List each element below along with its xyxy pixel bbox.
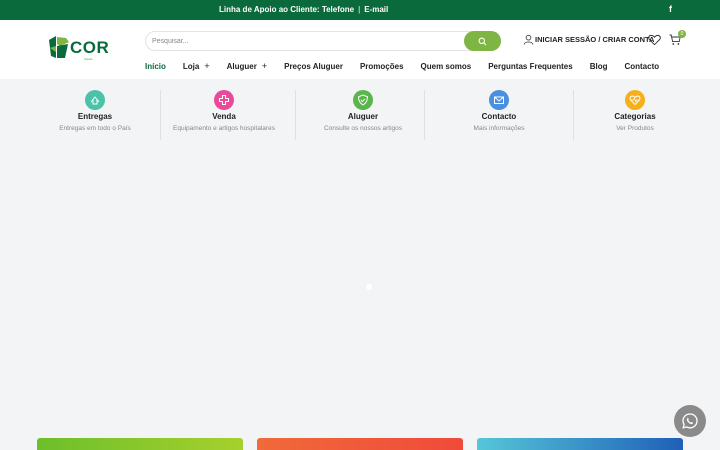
support-line: Linha de Apoio ao Cliente: Telefone | E-ma… — [219, 5, 388, 14]
logo-text: COR — [70, 38, 110, 57]
feature-desc: Entregas em todo o País — [59, 125, 131, 132]
feature-desc: Mais informações — [473, 125, 525, 132]
feature-title: Aluguer — [347, 112, 379, 121]
search-icon — [478, 37, 487, 45]
nav-item-perguntas-frequentes[interactable]: Perguntas Frequentes — [488, 60, 572, 72]
cart-count-badge: 0 — [678, 30, 686, 38]
mail-icon — [489, 90, 509, 110]
feature-contacto[interactable]: Contacto Mais informações — [429, 87, 569, 133]
feature-venda[interactable]: Venda Equipamento e artigos hospitalares — [154, 87, 294, 133]
heart-pulse-icon — [625, 90, 645, 110]
feature-title: Venda — [212, 112, 236, 121]
nav-item-precos-aluguer[interactable]: Preços Aluguer — [284, 60, 343, 72]
slider-loading-dot — [366, 284, 372, 290]
nav-item-label: Loja — [182, 61, 200, 71]
email-link[interactable]: E-mail — [364, 5, 388, 14]
user-icon — [523, 34, 534, 45]
whatsapp-button[interactable] — [674, 405, 706, 437]
search-input[interactable] — [152, 35, 452, 48]
promo-card-2[interactable] — [257, 438, 463, 450]
feature-title: Categorias — [614, 112, 656, 121]
feature-desc: Equipamento e artigos hospitalares — [173, 125, 275, 132]
nav-item-label: Início — [145, 61, 166, 71]
logo-subtext: Saúde — [84, 57, 93, 61]
feature-desc: Ver Produtos — [616, 125, 654, 132]
expand-icon[interactable]: + — [204, 61, 209, 71]
nav-item-inicio[interactable]: Início — [145, 60, 166, 72]
main-nav: Início Loja + Aluguer + Preços Aluguer Pro… — [145, 60, 676, 72]
separator: | — [358, 5, 361, 14]
shield-check-icon — [353, 90, 373, 110]
nav-item-label: Blog — [589, 61, 608, 71]
nav-item-label: Contacto — [624, 61, 660, 71]
nav-item-loja[interactable]: Loja + — [183, 60, 210, 72]
logo[interactable]: COR Saúde — [48, 34, 112, 64]
account-label: INICIAR SESSÃO / CRIAR CONTA — [535, 35, 655, 44]
nav-item-label: Aluguer — [226, 61, 257, 71]
nav-item-label: Preços Aluguer — [284, 61, 343, 71]
nav-item-promocoes[interactable]: Promoções — [360, 60, 404, 72]
wishlist-button[interactable] — [648, 33, 661, 51]
divider — [424, 90, 425, 140]
nav-item-quem-somos[interactable]: Quem somos — [421, 60, 472, 72]
nav-item-blog[interactable]: Blog — [590, 60, 608, 72]
account-link[interactable]: INICIAR SESSÃO / CRIAR CONTA — [523, 34, 654, 45]
feature-entregas[interactable]: Entregas Entregas em todo o País — [25, 87, 165, 133]
facebook-icon[interactable]: f — [669, 4, 672, 14]
feature-desc: Consulte os nossos artigos — [323, 125, 403, 132]
logo-mark-icon — [49, 36, 69, 58]
feature-title: Contacto — [481, 112, 517, 121]
feature-title: Entregas — [77, 112, 113, 121]
support-phone-link[interactable]: Linha de Apoio ao Cliente: Telefone — [219, 5, 354, 14]
search-button[interactable] — [464, 31, 501, 51]
nav-item-aluguer[interactable]: Aluguer + — [227, 60, 268, 72]
nav-item-label: Promoções — [359, 61, 404, 71]
promo-card-1[interactable] — [37, 438, 243, 450]
search-bar — [145, 31, 501, 51]
promo-card-3[interactable] — [477, 438, 683, 450]
divider — [295, 90, 296, 140]
feature-categorias[interactable]: Categorias Ver Produtos — [565, 87, 705, 133]
site-header: COR Saúde INICIAR SESSÃO / CRIAR CONTA 0 — [0, 20, 720, 79]
nav-item-label: Quem somos — [420, 61, 472, 71]
delivery-icon — [85, 90, 105, 110]
top-bar: Linha de Apoio ao Cliente: Telefone | E-ma… — [0, 0, 720, 20]
heart-icon — [648, 34, 661, 46]
expand-icon[interactable]: + — [262, 61, 267, 71]
feature-row: Entregas Entregas em todo o País Venda E… — [0, 87, 720, 142]
plus-cross-icon — [214, 90, 234, 110]
whatsapp-icon — [682, 413, 698, 429]
feature-aluguer[interactable]: Aluguer Consulte os nossos artigos — [293, 87, 433, 133]
divider — [573, 90, 574, 140]
divider — [160, 90, 161, 140]
nav-item-label: Perguntas Frequentes — [488, 61, 573, 71]
nav-item-contacto[interactable]: Contacto — [624, 60, 659, 72]
cart-button[interactable]: 0 — [669, 30, 686, 51]
